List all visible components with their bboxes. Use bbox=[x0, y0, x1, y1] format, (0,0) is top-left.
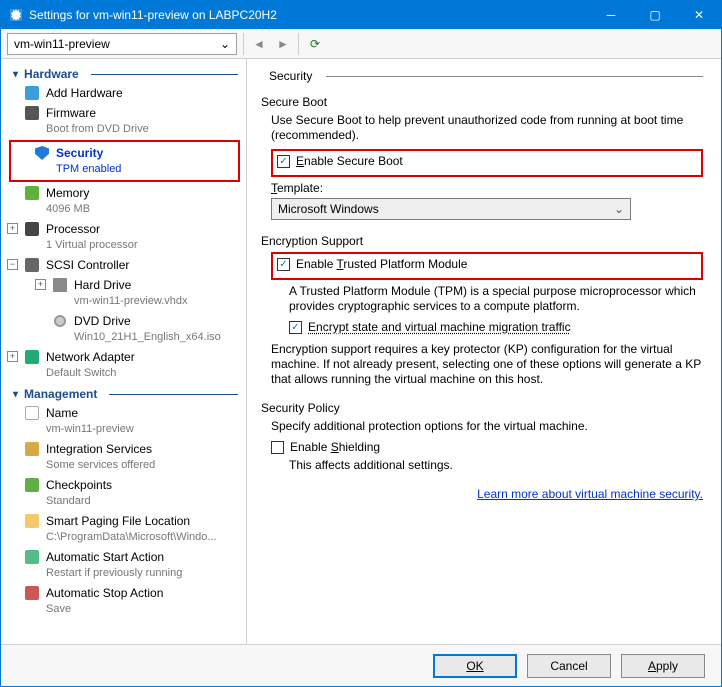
hard-drive-icon bbox=[52, 277, 68, 293]
collapse-icon[interactable]: − bbox=[7, 259, 18, 270]
sidebar: ▾ Hardware Add Hardware Firmware Boot fr… bbox=[1, 59, 247, 644]
secure-boot-desc: Use Secure Boot to help prevent unauthor… bbox=[271, 113, 703, 143]
sidebar-item-add-hardware[interactable]: Add Hardware bbox=[1, 83, 246, 103]
expand-icon[interactable]: + bbox=[7, 223, 18, 234]
name-icon bbox=[24, 405, 40, 421]
encryption-heading: Encryption Support bbox=[261, 234, 703, 248]
secure-boot-heading: Secure Boot bbox=[261, 95, 703, 109]
folder-icon bbox=[24, 513, 40, 529]
pane-header: Security bbox=[261, 69, 703, 83]
tpm-highlight: ✓ Enable Trusted Platform Module bbox=[271, 252, 703, 280]
sidebar-item-processor[interactable]: + Processor 1 Virtual processor bbox=[1, 219, 246, 255]
apply-button[interactable]: Apply bbox=[621, 654, 705, 678]
sidebar-item-paging[interactable]: Smart Paging File Location C:\ProgramDat… bbox=[1, 511, 246, 547]
checkbox-icon: ✓ bbox=[271, 441, 284, 454]
firmware-icon bbox=[24, 105, 40, 121]
nav-back-button[interactable]: ◄ bbox=[250, 35, 268, 53]
settings-pane: Security Secure Boot Use Secure Boot to … bbox=[247, 59, 721, 644]
checkbox-icon: ✓ bbox=[289, 321, 302, 334]
sidebar-item-network[interactable]: + Network Adapter Default Switch bbox=[1, 347, 246, 383]
memory-icon bbox=[24, 185, 40, 201]
processor-icon bbox=[24, 221, 40, 237]
vm-selector-value: vm-win11-preview bbox=[14, 37, 110, 51]
close-button[interactable]: ✕ bbox=[677, 1, 721, 29]
chevron-down-icon: ⌄ bbox=[614, 202, 624, 216]
sidebar-item-integration[interactable]: Integration Services Some services offer… bbox=[1, 439, 246, 475]
chevron-down-icon: ⌄ bbox=[220, 37, 230, 51]
management-section-header[interactable]: ▾ Management bbox=[1, 383, 246, 403]
enable-secure-boot-label: nable Secure Boot bbox=[304, 154, 403, 168]
integration-icon bbox=[24, 441, 40, 457]
enable-shielding-checkbox[interactable]: ✓ Enable Shielding bbox=[271, 440, 703, 454]
start-action-icon bbox=[24, 549, 40, 565]
template-value: Microsoft Windows bbox=[278, 202, 379, 216]
settings-icon bbox=[9, 8, 23, 22]
collapse-icon: ▾ bbox=[13, 69, 18, 80]
tpm-desc: A Trusted Platform Module (TPM) is a spe… bbox=[271, 284, 703, 314]
window-title: Settings for vm-win11-preview on LABPC20… bbox=[29, 8, 589, 22]
sidebar-item-hard-drive[interactable]: + Hard Drive vm-win11-preview.vhdx bbox=[1, 275, 246, 311]
sidebar-item-scsi[interactable]: − SCSI Controller bbox=[1, 255, 246, 275]
template-label: Template: bbox=[271, 181, 703, 195]
vm-selector-dropdown[interactable]: vm-win11-preview ⌄ bbox=[7, 33, 237, 55]
encrypt-migration-checkbox[interactable]: ✓ Encrypt state and virtual machine migr… bbox=[289, 320, 703, 334]
template-dropdown[interactable]: Microsoft Windows ⌄ bbox=[271, 198, 631, 220]
encryption-group: Encryption Support ✓ Enable Trusted Plat… bbox=[261, 234, 703, 387]
refresh-button[interactable]: ⟳ bbox=[305, 34, 325, 54]
checkbox-icon: ✓ bbox=[277, 155, 290, 168]
maximize-button[interactable]: ▢ bbox=[633, 1, 677, 29]
dvd-icon bbox=[52, 313, 68, 329]
sidebar-item-firmware[interactable]: Firmware Boot from DVD Drive bbox=[1, 103, 246, 139]
sidebar-item-name[interactable]: Name vm-win11-preview bbox=[1, 403, 246, 439]
secure-boot-group: Secure Boot Use Secure Boot to help prev… bbox=[261, 95, 703, 220]
learn-more-link[interactable]: Learn more about virtual machine securit… bbox=[477, 487, 703, 501]
policy-group: Security Policy Specify additional prote… bbox=[261, 401, 703, 473]
sidebar-item-autostop[interactable]: Automatic Stop Action Save bbox=[1, 583, 246, 619]
policy-desc: Specify additional protection options fo… bbox=[271, 419, 703, 434]
expand-icon[interactable]: + bbox=[35, 279, 46, 290]
shield-icon bbox=[34, 145, 50, 161]
enable-tpm-label: Enable Trusted Platform Module bbox=[296, 257, 467, 271]
cancel-button[interactable]: Cancel bbox=[527, 654, 611, 678]
policy-heading: Security Policy bbox=[261, 401, 703, 415]
sidebar-item-memory[interactable]: Memory 4096 MB bbox=[1, 183, 246, 219]
sidebar-item-dvd-drive[interactable]: DVD Drive Win10_21H1_English_x64.iso bbox=[1, 311, 246, 347]
network-icon bbox=[24, 349, 40, 365]
checkbox-icon: ✓ bbox=[277, 258, 290, 271]
sidebar-item-autostart[interactable]: Automatic Start Action Restart if previo… bbox=[1, 547, 246, 583]
stop-action-icon bbox=[24, 585, 40, 601]
toolbar: vm-win11-preview ⌄ ◄ ► ⟳ bbox=[1, 29, 721, 59]
pane-title: Security bbox=[269, 69, 312, 83]
enable-shielding-label: Enable Shielding bbox=[290, 440, 380, 454]
footer: OK Cancel Apply bbox=[1, 644, 721, 686]
encrypt-migration-label: Encrypt state and virtual machine migrat… bbox=[308, 320, 571, 334]
secure-boot-highlight: ✓ Enable Secure Boot bbox=[271, 149, 703, 177]
security-highlight: Security TPM enabled bbox=[9, 140, 240, 182]
nav-forward-button[interactable]: ► bbox=[274, 35, 292, 53]
minimize-button[interactable]: ─ bbox=[589, 1, 633, 29]
titlebar: Settings for vm-win11-preview on LABPC20… bbox=[1, 1, 721, 29]
ok-button[interactable]: OK bbox=[433, 654, 517, 678]
expand-icon[interactable]: + bbox=[7, 351, 18, 362]
sidebar-item-checkpoints[interactable]: Checkpoints Standard bbox=[1, 475, 246, 511]
checkpoint-icon bbox=[24, 477, 40, 493]
enable-tpm-checkbox[interactable]: ✓ Enable Trusted Platform Module bbox=[277, 257, 697, 271]
hardware-section-header[interactable]: ▾ Hardware bbox=[1, 63, 246, 83]
enable-secure-boot-checkbox[interactable]: ✓ Enable Secure Boot bbox=[277, 154, 697, 168]
add-hardware-icon bbox=[24, 85, 40, 101]
scsi-icon bbox=[24, 257, 40, 273]
sidebar-item-security[interactable]: Security TPM enabled bbox=[11, 143, 238, 179]
shielding-desc: This affects additional settings. bbox=[271, 458, 703, 473]
kp-desc: Encryption support requires a key protec… bbox=[271, 342, 703, 387]
collapse-icon: ▾ bbox=[13, 389, 18, 400]
